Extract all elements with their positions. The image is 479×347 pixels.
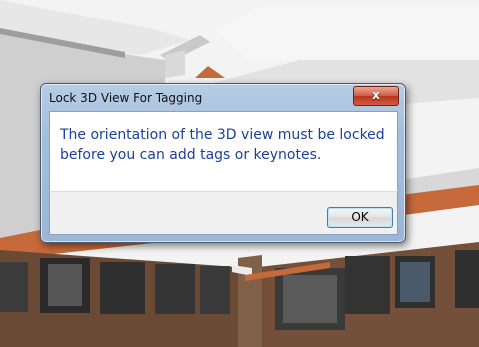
- dialog-title: Lock 3D View For Tagging: [49, 91, 203, 105]
- dialog-content: The orientation of the 3D view must be l…: [49, 111, 398, 191]
- dialog-message: The orientation of the 3D view must be l…: [60, 127, 385, 163]
- ok-button[interactable]: OK: [327, 207, 393, 228]
- roof-box-right: [215, 6, 479, 62]
- dialog-footer: OK: [49, 191, 398, 235]
- lock-3d-view-dialog: Lock 3D View For Tagging x The orientati…: [40, 83, 406, 243]
- close-button[interactable]: x: [353, 86, 399, 106]
